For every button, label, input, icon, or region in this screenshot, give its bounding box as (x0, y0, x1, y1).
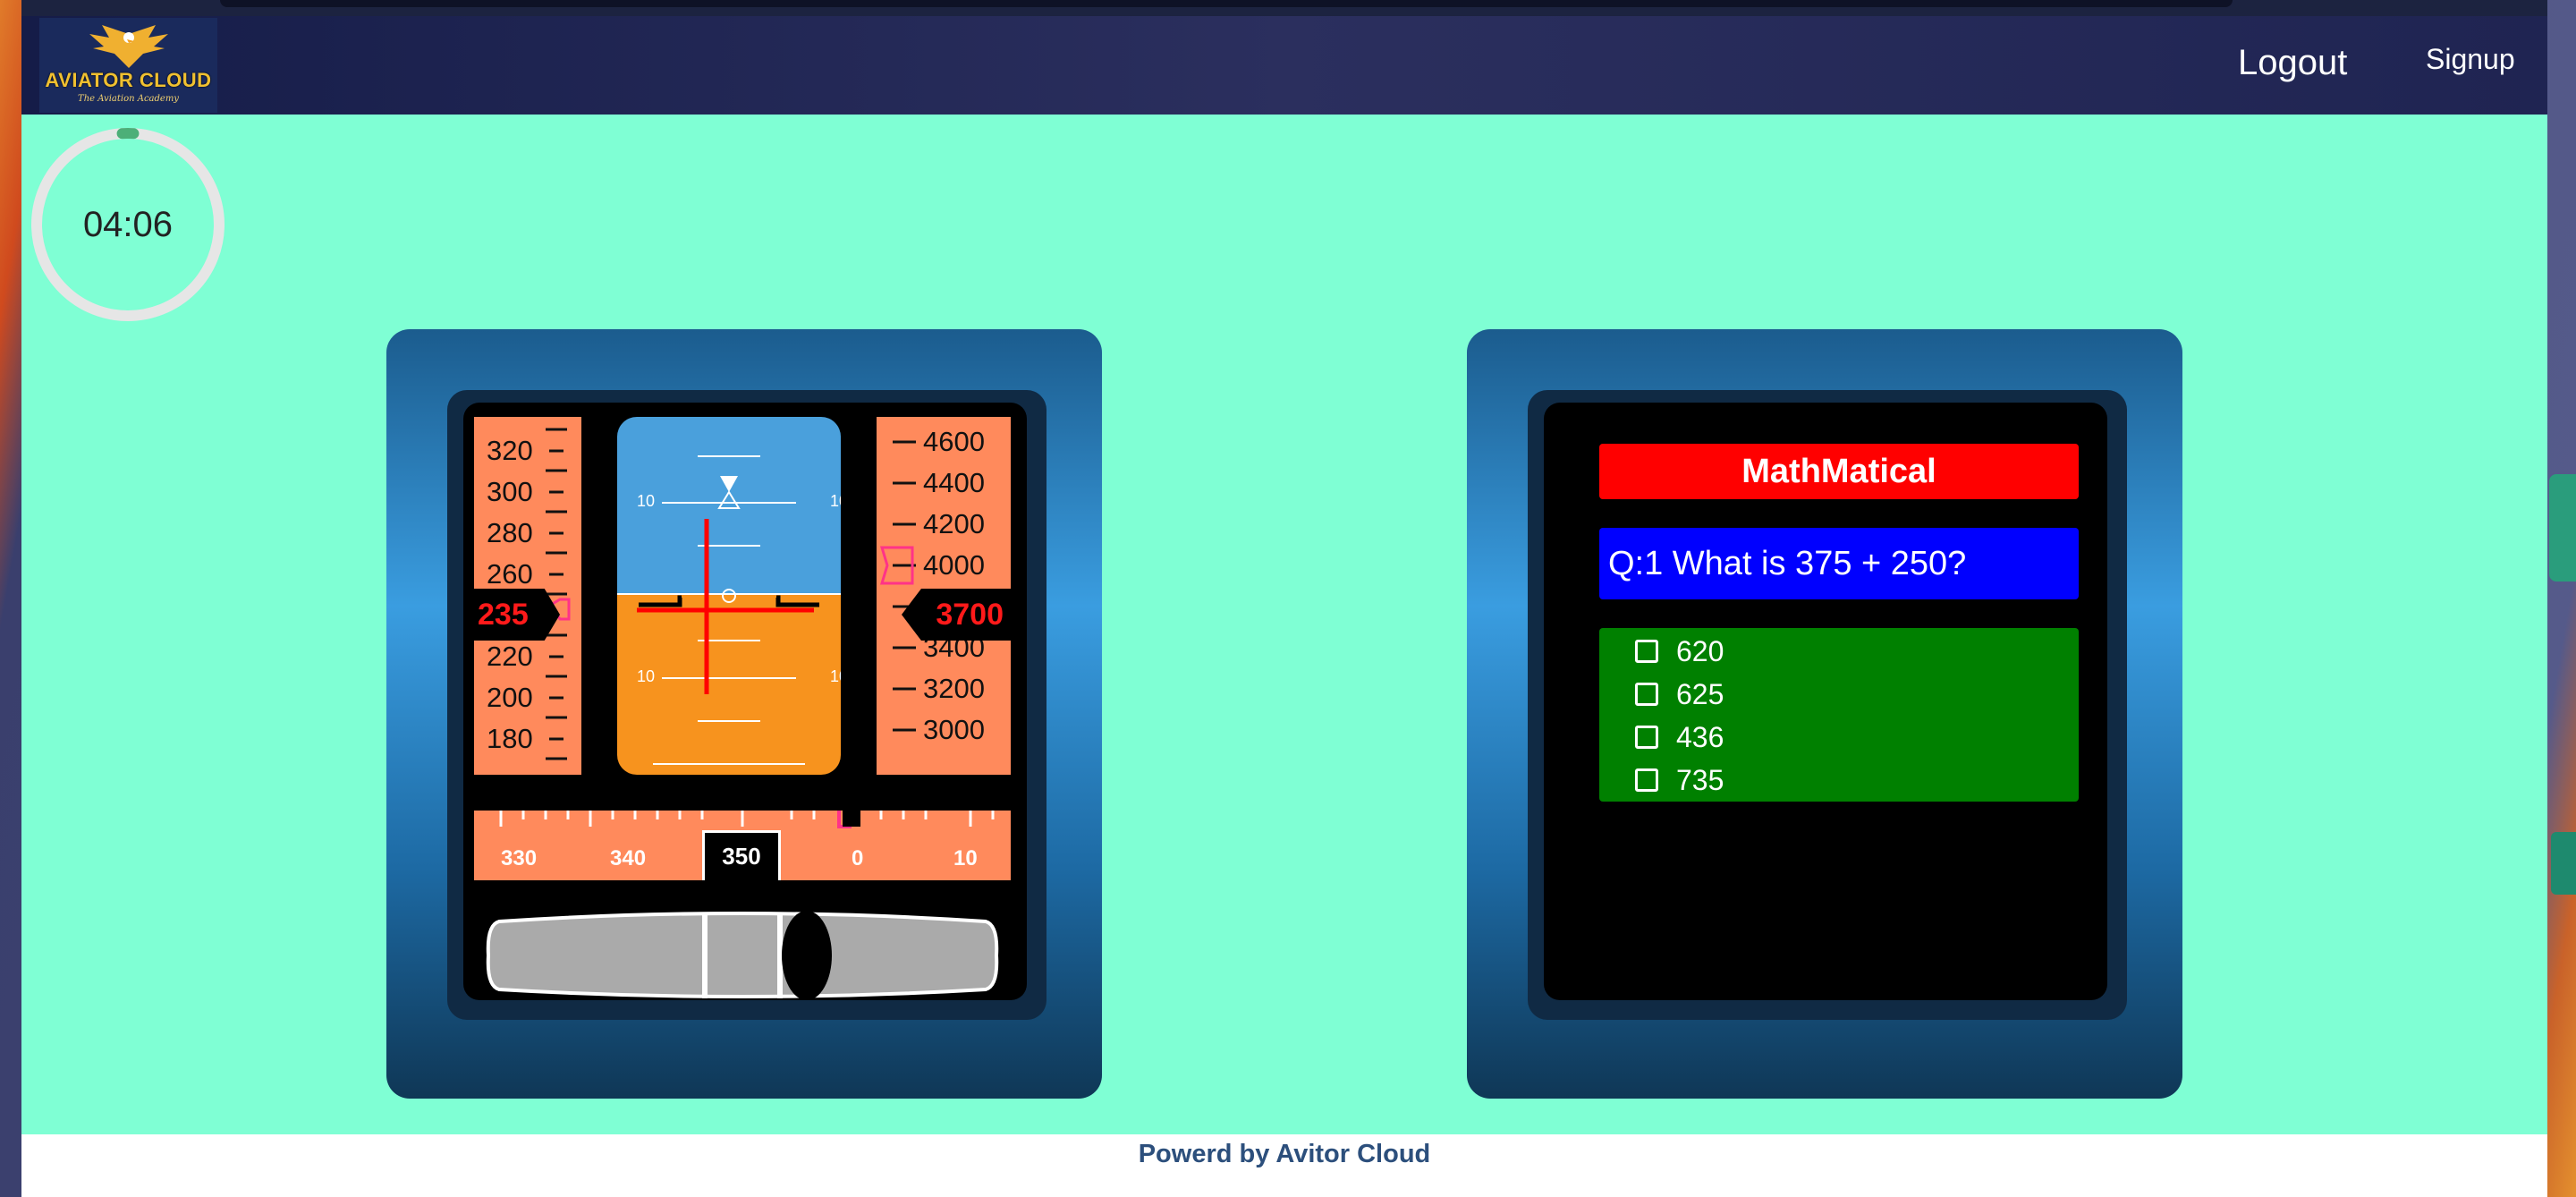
logout-link[interactable]: Logout (2238, 43, 2347, 83)
footer-text: Powerd by Avitor Cloud (1138, 1140, 1431, 1168)
countdown-timer: 04:06 (29, 125, 227, 324)
altitude-value: 3700 (936, 597, 1004, 632)
pitch-label: 10 (637, 667, 656, 685)
artificial-horizon (617, 417, 841, 775)
pitch-label: 10 (830, 492, 841, 510)
answer-option[interactable]: 436 (1635, 717, 1724, 757)
pitch-label: 10 (830, 667, 841, 685)
altitude-tick-label: 3200 (923, 673, 985, 704)
pitch-label: 10 (637, 492, 656, 510)
attitude-indicator: 10 10 10 10 (617, 417, 841, 775)
timer-display: 04:06 (82, 204, 174, 244)
brand-tagline: The Aviation Academy (78, 94, 179, 104)
quiz-screen: MathMatical Q:1 What is 375 + 250? 620 6… (1544, 403, 2107, 1000)
browser-window: AVIATOR CLOUD The Aviation Academy Logou… (21, 0, 2547, 1197)
desktop-app-widget (2551, 832, 2576, 895)
altitude-tick-label: 4200 (923, 508, 985, 539)
instrument-bezel: 320 300 280 260 220 200 180 235 10 1 10 … (447, 390, 1046, 1020)
checkbox-icon[interactable] (1635, 640, 1658, 663)
airspeed-value: 235 (478, 597, 529, 632)
answer-option-label: 436 (1676, 720, 1724, 753)
answer-option[interactable]: 620 (1635, 632, 1724, 671)
checkbox-icon[interactable] (1635, 726, 1658, 749)
browser-top-strip (21, 0, 2547, 16)
quiz-options: 620 625 436 735 (1599, 628, 2079, 802)
page-footer: Powerd by Avitor Cloud (21, 1134, 2547, 1197)
heading-tick-label: 330 (501, 846, 538, 870)
brand-logo[interactable]: AVIATOR CLOUD The Aviation Academy (39, 18, 217, 113)
heading-tick-label: 0 (852, 846, 864, 870)
heading-tick-label: 10 (953, 846, 978, 870)
signup-link[interactable]: Signup (2426, 43, 2515, 76)
answer-option[interactable]: 735 (1635, 760, 1724, 800)
altitude-tick-label: 4000 (923, 549, 985, 581)
address-bar[interactable] (220, 0, 2233, 7)
flight-instrument-panel: 320 300 280 260 220 200 180 235 10 1 10 … (386, 329, 1102, 1099)
desktop-edge-right (2547, 0, 2576, 1197)
primary-flight-display: 320 300 280 260 220 200 180 235 10 1 10 … (463, 403, 1027, 1000)
quiz-title: MathMatical (1599, 444, 2079, 499)
airspeed-readout: 235 (474, 589, 560, 641)
altitude-tick-label: 4400 (923, 467, 985, 498)
main-content: 04:06 320 300 280 260 220 200 180 235 10… (21, 115, 2547, 1134)
answer-option[interactable]: 625 (1635, 675, 1724, 714)
answer-option-label: 625 (1676, 677, 1724, 710)
answer-option-label: 620 (1676, 634, 1724, 667)
answer-option-label: 735 (1676, 763, 1724, 796)
checkbox-icon[interactable] (1635, 768, 1658, 792)
quiz-question: Q:1 What is 375 + 250? (1599, 528, 2079, 599)
quiz-panel: MathMatical Q:1 What is 375 + 250? 620 6… (1467, 329, 2182, 1099)
desktop-app-widget (2549, 474, 2576, 582)
heading-tape: 330 340 0 10 350 (474, 811, 1011, 880)
altitude-readout: 3700 (902, 589, 1011, 641)
slip-indicator (486, 911, 999, 1000)
checkbox-icon[interactable] (1635, 683, 1658, 706)
altitude-tick-label: 4600 (923, 426, 985, 457)
altitude-tick-label: 3000 (923, 714, 985, 745)
quiz-bezel: MathMatical Q:1 What is 375 + 250? 620 6… (1528, 390, 2127, 1020)
eagle-icon (89, 25, 168, 68)
heading-tick-label: 340 (610, 846, 647, 870)
top-navbar: AVIATOR CLOUD The Aviation Academy Logou… (21, 16, 2547, 115)
heading-readout: 350 (702, 830, 781, 880)
